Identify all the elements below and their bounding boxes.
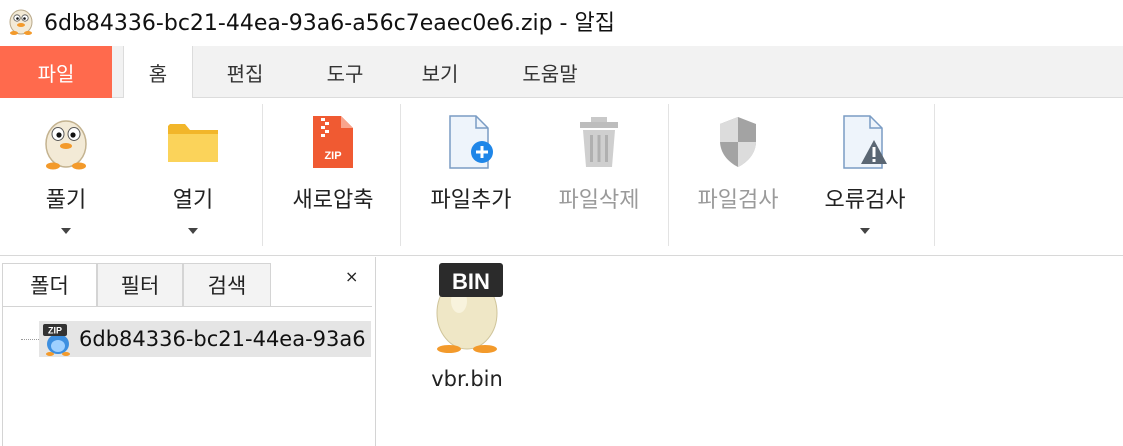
tab-file[interactable]: 파일 bbox=[0, 46, 112, 98]
tab-search[interactable]: 검색 bbox=[183, 263, 271, 307]
add-file-label: 파일추가 bbox=[430, 188, 512, 213]
open-label: 열기 bbox=[172, 188, 214, 213]
alzip-egg-icon bbox=[9, 9, 33, 35]
file-name: vbr.bin bbox=[431, 367, 503, 391]
scan-file-label: 파일검사 bbox=[697, 188, 779, 213]
chevron-down-icon[interactable] bbox=[188, 228, 198, 234]
chevron-down-icon[interactable] bbox=[61, 228, 71, 234]
ribbon-separator bbox=[262, 104, 263, 246]
zip-file-icon: ZIP bbox=[313, 116, 353, 168]
new-archive-label: 새로압축 bbox=[292, 188, 374, 213]
tab-help[interactable]: 도움말 bbox=[500, 46, 600, 98]
ribbon-separator bbox=[400, 104, 401, 246]
folder-tree: ZIP 6db84336-bc21-44ea-93a6 bbox=[2, 306, 372, 446]
extract-label: 풀기 bbox=[45, 188, 87, 213]
archive-name: 6db84336-bc21-44ea-93a6 bbox=[79, 327, 366, 351]
title-bar: 6db84336-bc21-44ea-93a6-a56c7eaec0e6.zip… bbox=[0, 0, 1123, 42]
window-title: 6db84336-bc21-44ea-93a6-a56c7eaec0e6.zip… bbox=[44, 11, 615, 36]
zip-badge: ZIP bbox=[48, 326, 62, 336]
tab-edit[interactable]: 편집 bbox=[200, 46, 290, 98]
new-archive-button[interactable]: ZIP 새로압축 bbox=[284, 98, 382, 248]
error-check-label: 오류검사 bbox=[824, 188, 906, 213]
add-file-icon bbox=[449, 115, 493, 169]
egg-mascot-icon bbox=[45, 120, 87, 170]
add-file-button[interactable]: 파일추가 bbox=[420, 98, 522, 248]
delete-file-label: 파일삭제 bbox=[558, 188, 640, 213]
ribbon-toolbar: 풀기 열기 ZIP 새로압축 파일추가 파일삭제 파일검사 오류검사 bbox=[0, 98, 1123, 256]
menu-tab-bar: 파일 홈 편집 도구 보기 도움말 bbox=[0, 46, 1123, 99]
folder-icon bbox=[168, 124, 218, 162]
tab-view[interactable]: 보기 bbox=[395, 46, 485, 98]
chevron-down-icon[interactable] bbox=[860, 228, 870, 234]
tab-tools[interactable]: 도구 bbox=[300, 46, 390, 98]
svg-text:ZIP: ZIP bbox=[324, 150, 341, 162]
warning-file-icon bbox=[843, 115, 887, 169]
tree-connector bbox=[21, 339, 39, 340]
folder-pane: 폴더 필터 검색 × ZIP 6db84336-bc21-44ea-93a6 bbox=[0, 257, 376, 446]
scan-file-button[interactable]: 파일검사 bbox=[686, 98, 790, 248]
file-item[interactable]: BIN vbr.bin bbox=[407, 261, 527, 391]
bin-badge: BIN bbox=[452, 269, 490, 294]
tab-folder[interactable]: 폴더 bbox=[2, 263, 97, 307]
tab-home[interactable]: 홈 bbox=[123, 46, 193, 99]
open-button[interactable]: 열기 bbox=[150, 98, 236, 248]
zip-archive-icon: ZIP bbox=[43, 324, 70, 356]
close-icon[interactable]: × bbox=[345, 267, 358, 286]
bin-file-icon: BIN bbox=[436, 263, 503, 353]
trash-icon bbox=[580, 117, 618, 167]
tree-item-archive[interactable]: ZIP 6db84336-bc21-44ea-93a6 bbox=[39, 321, 371, 357]
file-list-area: BIN vbr.bin bbox=[377, 257, 1123, 446]
ribbon-separator bbox=[934, 104, 935, 246]
ribbon-separator bbox=[668, 104, 669, 246]
shield-icon bbox=[720, 117, 756, 167]
error-check-button[interactable]: 오류검사 bbox=[814, 98, 916, 248]
extract-button[interactable]: 풀기 bbox=[24, 98, 108, 248]
delete-file-button[interactable]: 파일삭제 bbox=[548, 98, 650, 248]
tab-filter[interactable]: 필터 bbox=[97, 263, 183, 307]
